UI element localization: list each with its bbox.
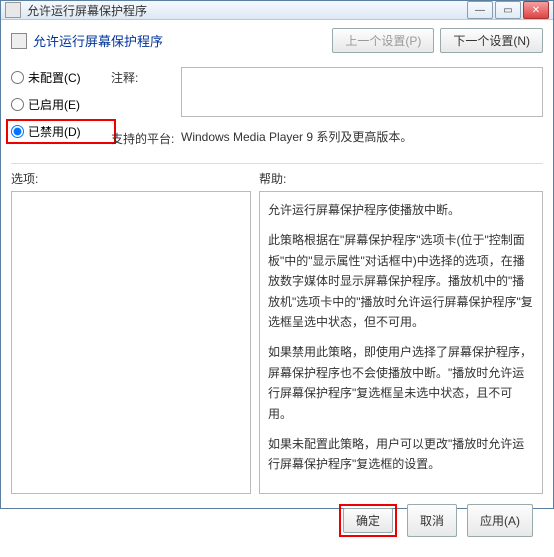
radio-disabled-input[interactable] — [11, 125, 24, 138]
platform-value: Windows Media Player 9 系列及更高版本。 — [181, 128, 543, 145]
divider — [11, 163, 543, 164]
comment-label: 注释: — [111, 67, 181, 86]
radio-enabled[interactable]: 已启用(E) — [11, 96, 111, 113]
platform-row: 支持的平台: Windows Media Player 9 系列及更高版本。 — [111, 128, 543, 147]
next-setting-button[interactable]: 下一个设置(N) — [440, 28, 543, 53]
help-p4: 如果未配置此策略，用户可以更改"播放时允许运行屏幕保护程序"复选框的设置。 — [268, 434, 534, 475]
dialog-window: 允许运行屏幕保护程序 — ▭ ✕ 允许运行屏幕保护程序 上一个设置(P) 下一个… — [0, 0, 554, 509]
policy-icon — [11, 33, 27, 49]
app-icon — [5, 2, 21, 18]
radio-enabled-label: 已启用(E) — [28, 96, 80, 113]
options-label: 选项: — [11, 170, 259, 187]
ok-button[interactable]: 确定 — [343, 508, 393, 533]
radio-not-configured-input[interactable] — [11, 71, 24, 84]
help-p3: 如果禁用此策略，即使用户选择了屏幕保护程序，屏幕保护程序也不会使播放中断。"播放… — [268, 342, 534, 424]
radio-not-configured-label: 未配置(C) — [28, 69, 81, 86]
comment-textarea[interactable] — [181, 67, 543, 117]
prev-setting-button[interactable]: 上一个设置(P) — [332, 28, 434, 53]
platform-label: 支持的平台: — [111, 128, 181, 147]
config-row: 未配置(C) 已启用(E) 已禁用(D) 注释: — [11, 67, 543, 147]
help-panel: 允许运行屏幕保护程序使播放中断。 此策略根据在"屏幕保护程序"选项卡(位于"控制… — [259, 191, 543, 494]
radio-group: 未配置(C) 已启用(E) 已禁用(D) — [11, 67, 111, 147]
radio-enabled-input[interactable] — [11, 98, 24, 111]
titlebar: 允许运行屏幕保护程序 — ▭ ✕ — [1, 1, 553, 20]
fields-area: 注释: 支持的平台: Windows Media Player 9 系列及更高版… — [111, 67, 543, 147]
radio-disabled-label: 已禁用(D) — [28, 123, 81, 140]
close-button[interactable]: ✕ — [523, 1, 549, 19]
options-panel — [11, 191, 251, 494]
comment-value — [181, 67, 543, 120]
panels: 允许运行屏幕保护程序使播放中断。 此策略根据在"屏幕保护程序"选项卡(位于"控制… — [11, 191, 543, 494]
footer-buttons: 确定 取消 应用(A) — [11, 494, 543, 547]
page-title: 允许运行屏幕保护程序 — [33, 31, 332, 50]
radio-disabled[interactable]: 已禁用(D) — [6, 119, 116, 144]
window-title: 允许运行屏幕保护程序 — [27, 2, 467, 19]
header-row: 允许运行屏幕保护程序 上一个设置(P) 下一个设置(N) — [11, 28, 543, 53]
section-labels: 选项: 帮助: — [11, 170, 543, 187]
help-label: 帮助: — [259, 170, 286, 187]
content-area: 允许运行屏幕保护程序 上一个设置(P) 下一个设置(N) 未配置(C) 已启用(… — [1, 20, 553, 557]
radio-not-configured[interactable]: 未配置(C) — [11, 69, 111, 86]
help-p1: 允许运行屏幕保护程序使播放中断。 — [268, 200, 534, 220]
minimize-button[interactable]: — — [467, 1, 493, 19]
window-buttons: — ▭ ✕ — [467, 1, 549, 19]
maximize-button[interactable]: ▭ — [495, 1, 521, 19]
comment-row: 注释: — [111, 67, 543, 120]
help-p2: 此策略根据在"屏幕保护程序"选项卡(位于"控制面板"中的"显示属性"对话框中)中… — [268, 230, 534, 332]
nav-buttons: 上一个设置(P) 下一个设置(N) — [332, 28, 543, 53]
